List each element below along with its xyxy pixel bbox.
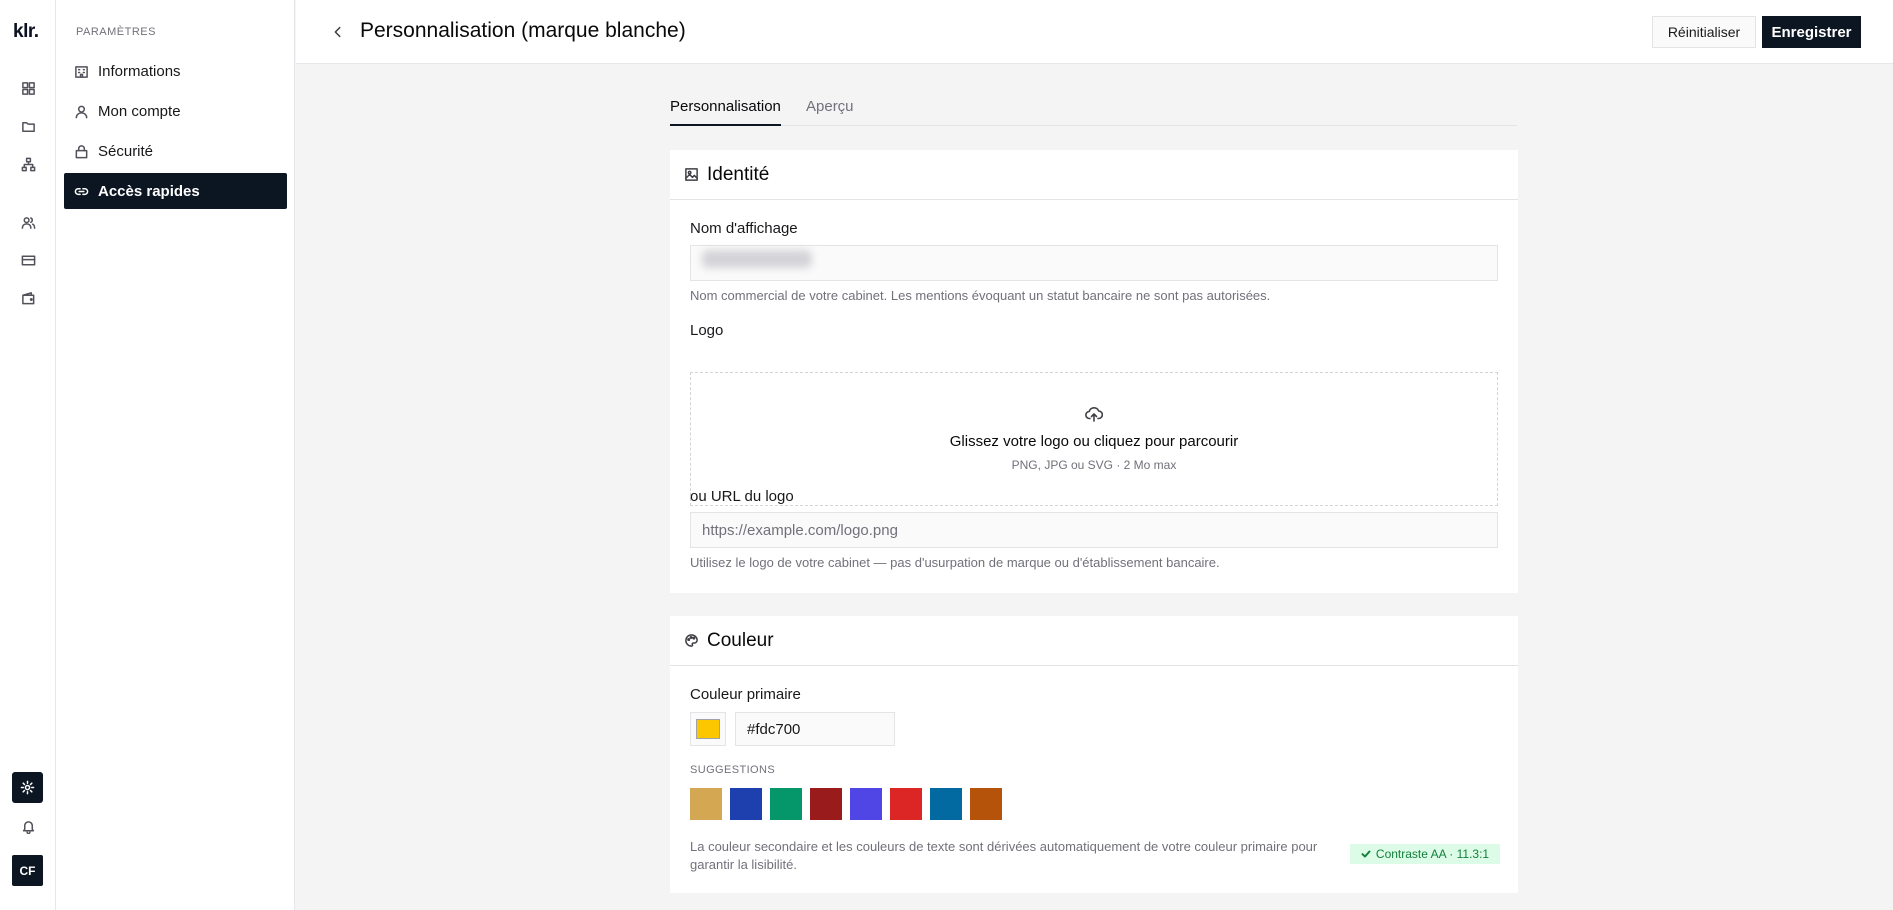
primary-color-label: Couleur primaire xyxy=(690,686,801,703)
gear-icon[interactable] xyxy=(12,772,43,803)
sidebar-item-acces-rapides[interactable]: Accès rapides xyxy=(64,173,287,209)
color-card: Couleur Couleur primaire SUGGESTIONS La … xyxy=(670,616,1518,893)
suggestions-label: SUGGESTIONS xyxy=(690,764,776,776)
suggestion-swatch[interactable] xyxy=(810,788,842,820)
tab-personnalisation[interactable]: Personnalisation xyxy=(670,98,781,126)
identity-card: Identité Nom d'affichage Nom commercial … xyxy=(670,150,1518,593)
card-title: Identité xyxy=(707,163,770,185)
display-name-help: Nom commercial de votre cabinet. Les men… xyxy=(690,288,1271,303)
image-icon xyxy=(685,168,698,181)
link-icon xyxy=(74,187,89,195)
primary-color-swatch xyxy=(696,719,720,739)
contrast-badge-label: Contraste AA · 11.3:1 xyxy=(1375,847,1490,861)
card-title: Couleur xyxy=(707,629,774,651)
lock-icon xyxy=(75,144,88,158)
avatar[interactable]: CF xyxy=(12,855,43,886)
primary-color-picker[interactable] xyxy=(690,712,726,746)
logo-dropzone[interactable]: Glissez votre logo ou cliquez pour parco… xyxy=(690,372,1498,506)
chevron-left-icon xyxy=(334,26,341,38)
save-button[interactable]: Enregistrer xyxy=(1762,16,1861,48)
user-icon xyxy=(75,105,88,118)
sidebar-item-informations[interactable]: Informations xyxy=(64,53,287,89)
bell-icon[interactable] xyxy=(16,814,40,838)
dashboard-icon[interactable] xyxy=(16,76,40,100)
card-icon[interactable] xyxy=(16,248,40,272)
tab-bar: Personnalisation Aperçu xyxy=(670,94,1517,126)
cloud-upload-icon xyxy=(1085,405,1104,423)
sidebar-item-label: Sécurité xyxy=(98,142,154,160)
color-help: La couleur secondaire et les couleurs de… xyxy=(690,839,1318,872)
logo-url-label: ou URL du logo xyxy=(690,488,794,505)
page-header: Personnalisation (marque blanche) Réinit… xyxy=(296,0,1893,64)
contrast-badge: Contraste AA · 11.3:1 xyxy=(1350,844,1500,864)
suggestion-swatch[interactable] xyxy=(690,788,722,820)
sidebar-item-label: Informations xyxy=(98,62,181,80)
org-chart-icon[interactable] xyxy=(16,152,40,176)
primary-color-hex-input[interactable] xyxy=(735,712,895,746)
logo-url-help: Utilisez le logo de votre cabinet — pas … xyxy=(690,555,1220,570)
icon-rail: klr. CF xyxy=(0,0,56,910)
reset-button[interactable]: Réinitialiser xyxy=(1652,16,1756,48)
building-icon xyxy=(75,65,88,78)
tab-apercu[interactable]: Aperçu xyxy=(806,98,854,126)
palette-icon xyxy=(685,634,698,647)
check-icon xyxy=(1361,850,1371,858)
logo-url-input[interactable] xyxy=(690,512,1498,548)
identity-card-header: Identité xyxy=(670,150,1518,200)
suggestion-swatch[interactable] xyxy=(850,788,882,820)
page-title: Personnalisation (marque blanche) xyxy=(360,19,686,42)
sidebar-item-label: Mon compte xyxy=(98,102,181,120)
back-button[interactable] xyxy=(326,20,350,44)
sidebar-item-label: Accès rapides xyxy=(98,182,200,200)
dropzone-title: Glissez votre logo ou cliquez pour parco… xyxy=(949,433,1239,450)
suggestion-swatch[interactable] xyxy=(730,788,762,820)
suggestion-swatch[interactable] xyxy=(770,788,802,820)
users-icon[interactable] xyxy=(16,210,40,234)
color-card-header: Couleur xyxy=(670,616,1518,666)
sidebar-item-mon-compte[interactable]: Mon compte xyxy=(64,93,287,129)
sidebar-section-title: PARAMÈTRES xyxy=(76,26,156,38)
app-logo[interactable]: klr. xyxy=(13,21,39,43)
sidebar-item-securite[interactable]: Sécurité xyxy=(64,133,287,169)
suggestion-swatch[interactable] xyxy=(890,788,922,820)
wallet-icon[interactable] xyxy=(16,286,40,310)
suggestion-swatch[interactable] xyxy=(930,788,962,820)
logo-label: Logo xyxy=(690,322,724,339)
settings-sidebar: PARAMÈTRES Informations Mon compte Sécur… xyxy=(56,0,295,910)
folder-icon[interactable] xyxy=(16,114,40,138)
redacted-value xyxy=(702,250,812,268)
display-name-label: Nom d'affichage xyxy=(690,220,798,237)
suggestion-swatch[interactable] xyxy=(970,788,1002,820)
dropzone-hint: PNG, JPG ou SVG · 2 Mo max xyxy=(1011,458,1177,472)
